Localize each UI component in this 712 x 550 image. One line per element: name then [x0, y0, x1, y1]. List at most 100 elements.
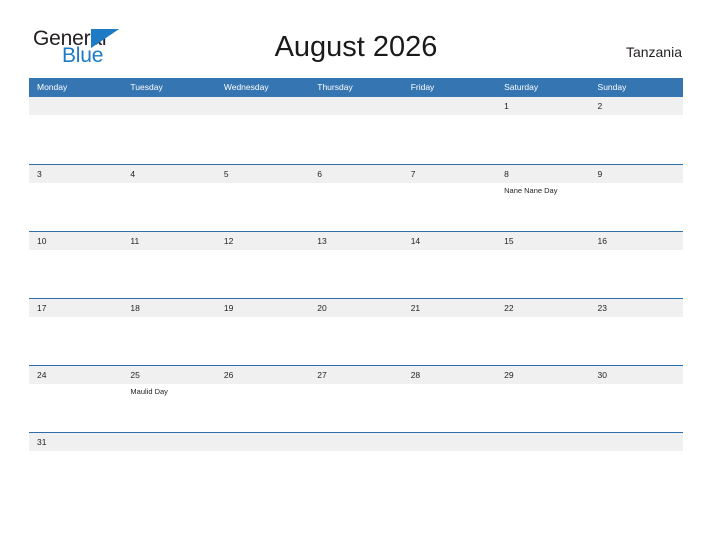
calendar-day-cell[interactable]: 19 — [215, 299, 310, 365]
calendar-day-cell-empty — [215, 433, 310, 454]
day-number: 28 — [410, 370, 421, 380]
day-number-band — [496, 433, 590, 451]
calendar-day-cell[interactable]: 23 — [589, 299, 683, 365]
calendar-day-cell-empty — [122, 97, 216, 164]
day-number-band — [402, 165, 497, 183]
calendar-day-cell[interactable]: 27 — [309, 366, 403, 432]
calendar-day-cell[interactable]: 21 — [402, 299, 497, 365]
day-number-band — [29, 165, 123, 183]
calendar-day-cell[interactable]: 10 — [29, 232, 123, 298]
day-number: 20 — [317, 303, 327, 313]
calendar-day-cell[interactable]: 29 — [496, 366, 590, 432]
calendar-day-cell-empty — [589, 433, 683, 454]
calendar-day-cell[interactable]: 17 — [29, 299, 123, 365]
calendar-day-cell[interactable]: 28 — [402, 366, 497, 432]
day-number-band — [589, 433, 683, 451]
day-number-band — [215, 165, 310, 183]
day-number: 18 — [130, 303, 140, 313]
day-number-band — [589, 165, 683, 183]
calendar-day-cell[interactable]: 8 Nane Nane Day — [496, 165, 590, 231]
day-number-band — [309, 97, 403, 115]
calendar-week-row: 17 18 19 20 21 22 23 — [29, 298, 683, 365]
calendar-day-cell[interactable]: 16 — [589, 232, 683, 298]
day-number-band — [496, 165, 590, 183]
day-number: 31 — [37, 437, 47, 447]
day-number: 15 — [504, 236, 514, 246]
day-number-band — [402, 97, 497, 115]
day-number: 30 — [597, 370, 607, 380]
calendar-day-cell[interactable]: 24 — [29, 366, 123, 432]
day-number: 13 — [317, 236, 327, 246]
calendar-day-cell[interactable]: 5 — [215, 165, 310, 231]
calendar-day-cell-empty — [29, 97, 123, 164]
day-number: 22 — [504, 303, 514, 313]
calendar-day-cell[interactable]: 7 — [402, 165, 497, 231]
weekday-header-sunday: Sunday — [597, 82, 627, 92]
calendar-day-cell[interactable]: 30 — [589, 366, 683, 432]
page-title: August 2026 — [274, 31, 438, 63]
calendar-day-cell[interactable]: 25 Maulid Day — [122, 366, 216, 432]
day-number: 23 — [597, 303, 607, 313]
day-number-band — [589, 97, 683, 115]
day-number: 2 — [597, 101, 603, 111]
day-number: 9 — [597, 169, 603, 179]
calendar-day-cell[interactable]: 20 — [309, 299, 403, 365]
country-label: Tanzania — [625, 44, 682, 60]
holiday-label: Maulid Day — [130, 387, 168, 396]
day-number: 12 — [223, 236, 234, 246]
day-number-band — [215, 433, 310, 451]
calendar-day-cell-empty — [215, 97, 310, 164]
calendar-week-row: 10 11 12 13 14 15 16 — [29, 231, 683, 298]
day-number-band — [122, 165, 216, 183]
day-number-band — [215, 97, 310, 115]
day-number: 1 — [504, 101, 509, 111]
day-number-band — [496, 97, 590, 115]
day-number: 8 — [504, 169, 509, 179]
day-number-band — [309, 165, 403, 183]
day-number-band — [402, 433, 497, 451]
calendar-day-cell[interactable]: 4 — [122, 165, 216, 231]
calendar-day-cell[interactable]: 26 — [215, 366, 310, 432]
calendar-day-cell[interactable]: 12 — [215, 232, 310, 298]
calendar-day-cell-empty — [402, 97, 497, 164]
day-number: 26 — [223, 370, 234, 380]
calendar-day-cell[interactable]: 9 — [589, 165, 683, 231]
day-number: 14 — [410, 236, 421, 246]
day-number: 11 — [130, 236, 140, 246]
day-number: 10 — [37, 236, 47, 246]
calendar-day-cell[interactable]: 6 — [309, 165, 403, 231]
calendar-day-cell-empty — [309, 97, 403, 164]
calendar-day-cell[interactable]: 1 — [496, 97, 590, 164]
day-number-band — [309, 433, 403, 451]
day-number: 6 — [317, 169, 322, 179]
calendar-week-row: 3 4 5 6 7 8 Nane Nane Day 9 — [29, 164, 683, 231]
calendar-day-cell[interactable]: 11 — [122, 232, 216, 298]
holiday-label: Nane Nane Day — [504, 186, 558, 195]
day-events: Nane Nane Day — [504, 183, 587, 196]
calendar-day-cell[interactable]: 14 — [402, 232, 497, 298]
weekday-header-thursday: Thursday — [317, 82, 353, 92]
day-number: 3 — [37, 169, 42, 179]
calendar-day-cell-empty — [496, 433, 590, 454]
calendar-day-cell-empty — [402, 433, 497, 454]
weekday-header-row: Monday Tuesday Wednesday Thursday Friday… — [29, 78, 683, 97]
day-number: 5 — [223, 169, 229, 179]
day-number: 4 — [130, 169, 136, 179]
calendar-day-cell[interactable]: 18 — [122, 299, 216, 365]
day-number: 27 — [317, 370, 327, 380]
day-number: 16 — [597, 236, 607, 246]
calendar-day-cell[interactable]: 22 — [496, 299, 590, 365]
calendar-day-cell[interactable]: 3 — [29, 165, 123, 231]
day-number: 25 — [130, 370, 140, 380]
day-number: 19 — [223, 303, 234, 313]
day-number: 17 — [37, 303, 47, 313]
calendar-day-cell[interactable]: 13 — [309, 232, 403, 298]
calendar-day-cell[interactable]: 31 — [29, 433, 123, 454]
day-number-band — [29, 97, 123, 115]
calendar-day-cell-empty — [122, 433, 216, 454]
calendar-day-cell[interactable]: 2 — [589, 97, 683, 164]
day-number: 29 — [504, 370, 514, 380]
day-number: 24 — [37, 370, 47, 380]
day-number-band — [122, 433, 216, 451]
calendar-day-cell[interactable]: 15 — [496, 232, 590, 298]
